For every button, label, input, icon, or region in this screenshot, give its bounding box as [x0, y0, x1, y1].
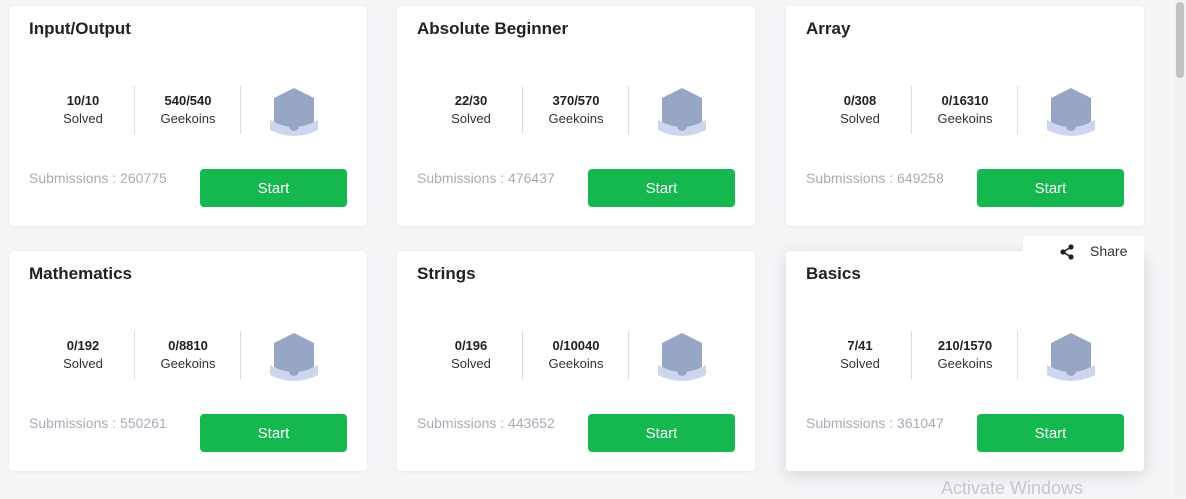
stat-divider: [1017, 331, 1018, 379]
stat-divider: [628, 331, 629, 379]
solved-label: Solved: [63, 111, 103, 126]
solved-label: Solved: [840, 111, 880, 126]
share-label: Share: [1090, 243, 1128, 259]
course-card-absolute-beginner: Absolute Beginner 22/30 Solved 370/570 G…: [397, 6, 755, 226]
start-button[interactable]: Start: [200, 169, 347, 207]
course-card-basics: Basics 7/41 Solved 210/1570 Geekoins Sub…: [786, 251, 1144, 471]
solved-stat: 0/192 Solved: [31, 338, 135, 371]
submissions-count: Submissions : 361047: [806, 415, 944, 431]
scrollbar-thumb[interactable]: [1176, 2, 1184, 78]
geekoins-value: 0/10040: [552, 338, 600, 353]
shield-badge-icon: [270, 333, 318, 381]
solved-value: 0/196: [454, 338, 488, 353]
geekoins-label: Geekoins: [160, 356, 216, 371]
submissions-count: Submissions : 260775: [29, 170, 167, 186]
geekoins-label: Geekoins: [937, 356, 993, 371]
start-button[interactable]: Start: [588, 414, 735, 452]
solved-stat: 22/30 Solved: [419, 93, 523, 126]
stat-divider: [134, 331, 135, 379]
course-card-strings: Strings 0/196 Solved 0/10040 Geekoins Su…: [397, 251, 755, 471]
stat-divider: [134, 86, 135, 134]
solved-stat: 7/41 Solved: [808, 338, 912, 371]
solved-value: 10/10: [66, 93, 100, 108]
geekoins-label: Geekoins: [548, 356, 604, 371]
solved-stat: 0/308 Solved: [808, 93, 912, 126]
stat-divider: [240, 86, 241, 134]
geekoins-value: 0/8810: [168, 338, 208, 353]
shield-badge-icon: [270, 88, 318, 136]
course-title: Mathematics: [29, 264, 132, 283]
course-card-input-output: Input/Output 10/10 Solved 540/540 Geekoi…: [9, 6, 367, 226]
start-button[interactable]: Start: [588, 169, 735, 207]
geekoins-value: 370/570: [552, 93, 600, 108]
shield-badge-icon: [1047, 88, 1095, 136]
stat-divider: [628, 86, 629, 134]
submissions-count: Submissions : 649258: [806, 170, 944, 186]
geekoins-label: Geekoins: [937, 111, 993, 126]
start-button[interactable]: Start: [200, 414, 347, 452]
geekoins-value: 210/1570: [937, 338, 993, 353]
solved-value: 0/308: [843, 93, 877, 108]
shield-badge-icon: [658, 88, 706, 136]
stat-divider: [240, 331, 241, 379]
geekoins-value: 0/16310: [941, 93, 989, 108]
stat-divider: [911, 331, 912, 379]
vertical-scrollbar[interactable]: [1174, 0, 1186, 495]
course-card-mathematics: Mathematics 0/192 Solved 0/8810 Geekoins…: [9, 251, 367, 471]
solved-value: 22/30: [454, 93, 488, 108]
geekoins-stat: 0/8810 Geekoins: [136, 338, 240, 371]
geekoins-stat: 0/10040 Geekoins: [524, 338, 628, 371]
solved-label: Solved: [840, 356, 880, 371]
course-title: Absolute Beginner: [417, 19, 569, 38]
shield-badge-icon: [1047, 333, 1095, 381]
solved-label: Solved: [451, 356, 491, 371]
course-title: Input/Output: [29, 19, 131, 38]
shield-badge-icon: [658, 333, 706, 381]
solved-stat: 10/10 Solved: [31, 93, 135, 126]
share-button[interactable]: Share: [1023, 236, 1144, 268]
geekoins-stat: 540/540 Geekoins: [136, 93, 240, 126]
stat-divider: [522, 86, 523, 134]
submissions-count: Submissions : 443652: [417, 415, 555, 431]
geekoins-stat: 370/570 Geekoins: [524, 93, 628, 126]
submissions-count: Submissions : 550261: [29, 415, 167, 431]
solved-value: 7/41: [847, 338, 873, 353]
stat-divider: [522, 331, 523, 379]
solved-label: Solved: [451, 111, 491, 126]
geekoins-label: Geekoins: [160, 111, 216, 126]
geekoins-label: Geekoins: [548, 111, 604, 126]
solved-stat: 0/196 Solved: [419, 338, 523, 371]
start-button[interactable]: Start: [977, 414, 1124, 452]
course-title: Array: [806, 19, 851, 38]
solved-label: Solved: [63, 356, 103, 371]
activate-windows-watermark: Activate Windows: [941, 478, 1084, 498]
geekoins-stat: 210/1570 Geekoins: [913, 338, 1017, 371]
solved-value: 0/192: [66, 338, 100, 353]
submissions-count: Submissions : 476437: [417, 170, 555, 186]
share-icon: [1060, 244, 1074, 260]
start-button[interactable]: Start: [977, 169, 1124, 207]
geekoins-value: 540/540: [164, 93, 212, 108]
stat-divider: [1017, 86, 1018, 134]
course-title: Basics: [806, 264, 861, 283]
course-card-array: Array 0/308 Solved 0/16310 Geekoins Subm…: [786, 6, 1144, 226]
stat-divider: [911, 86, 912, 134]
geekoins-stat: 0/16310 Geekoins: [913, 93, 1017, 126]
course-title: Strings: [417, 264, 476, 283]
